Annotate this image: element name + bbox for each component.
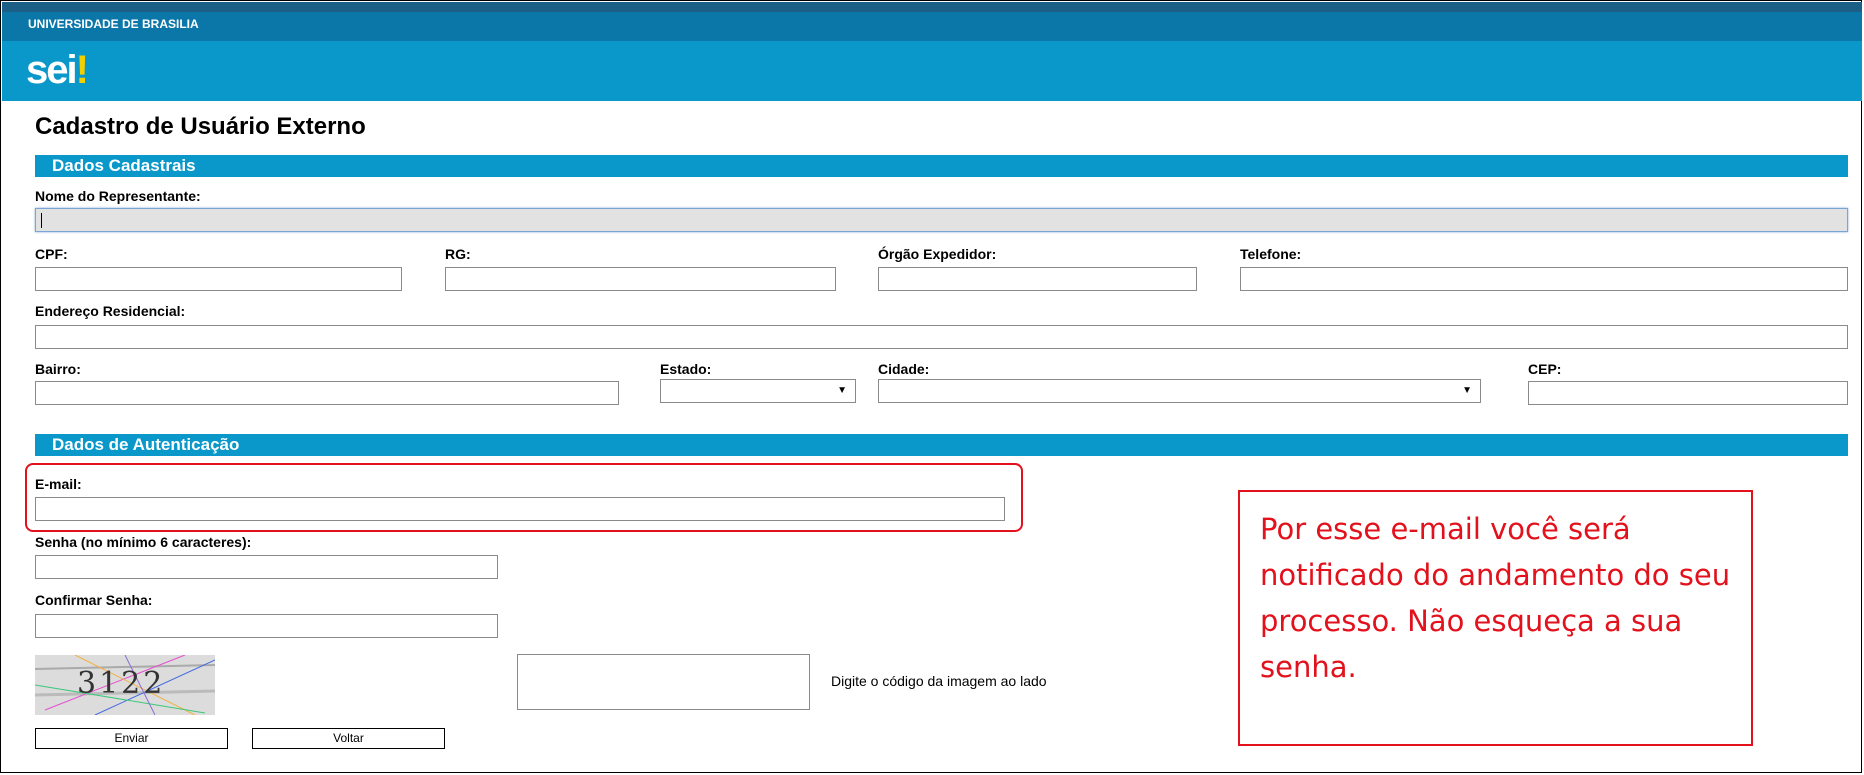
label-cidade: Cidade: (878, 361, 930, 377)
label-estado: Estado: (660, 361, 712, 377)
label-orgao: Órgão Expedidor: (878, 246, 997, 262)
senha-input[interactable] (35, 555, 498, 579)
endereco-input[interactable] (35, 325, 1848, 349)
label-cep: CEP: (1528, 361, 1562, 377)
label-nome: Nome do Representante: (35, 188, 201, 204)
enviar-button[interactable]: Enviar (35, 728, 228, 749)
sei-logo[interactable]: sei! (26, 48, 89, 92)
dropdown-arrow-icon: ▼ (837, 385, 847, 396)
callout-text: Por esse e-mail você será notificado do … (1260, 512, 1731, 684)
orgao-expedidor-input[interactable] (878, 267, 1197, 291)
nome-input[interactable] (35, 208, 1848, 232)
section-dados-cadastrais: Dados Cadastrais (35, 155, 1848, 177)
logo-mark: ! (75, 48, 89, 92)
dropdown-arrow-icon: ▼ (1462, 385, 1472, 396)
confirmar-senha-input[interactable] (35, 614, 498, 638)
captcha-image: 3122 (35, 655, 215, 715)
captcha-code-input[interactable] (517, 654, 810, 710)
label-confirmar-senha: Confirmar Senha: (35, 592, 153, 608)
section-dados-autenticacao: Dados de Autenticação (35, 434, 1848, 456)
cidade-select[interactable]: ▼ (878, 379, 1481, 403)
page-title: Cadastro de Usuário Externo (35, 113, 366, 140)
email-annotation-callout: Por esse e-mail você será notificado do … (1238, 490, 1753, 746)
captcha-code: 3122 (77, 666, 166, 701)
captcha-hint: Digite o código da imagem ao lado (831, 673, 1047, 689)
label-senha: Senha (no mínimo 6 caracteres): (35, 534, 252, 550)
cpf-input[interactable] (35, 267, 402, 291)
logo-text: sei (26, 48, 78, 92)
rg-input[interactable] (445, 267, 836, 291)
email-input[interactable] (35, 497, 1005, 521)
label-cpf: CPF: (35, 246, 68, 262)
voltar-button[interactable]: Voltar (252, 728, 445, 749)
label-rg: RG: (445, 246, 471, 262)
text-caret (41, 213, 42, 228)
telefone-input[interactable] (1240, 267, 1848, 291)
cep-input[interactable] (1528, 381, 1848, 405)
header-strip (2, 2, 1862, 41)
label-email: E-mail: (35, 476, 82, 492)
estado-select[interactable]: ▼ (660, 379, 856, 403)
university-name: UNIVERSIDADE DE BRASILIA (28, 17, 199, 31)
label-telefone: Telefone: (1240, 246, 1302, 262)
label-endereco: Endereço Residencial: (35, 303, 186, 319)
app-header: UNIVERSIDADE DE BRASILIA sei! (2, 2, 1862, 101)
label-bairro: Bairro: (35, 361, 81, 377)
bairro-input[interactable] (35, 381, 619, 405)
